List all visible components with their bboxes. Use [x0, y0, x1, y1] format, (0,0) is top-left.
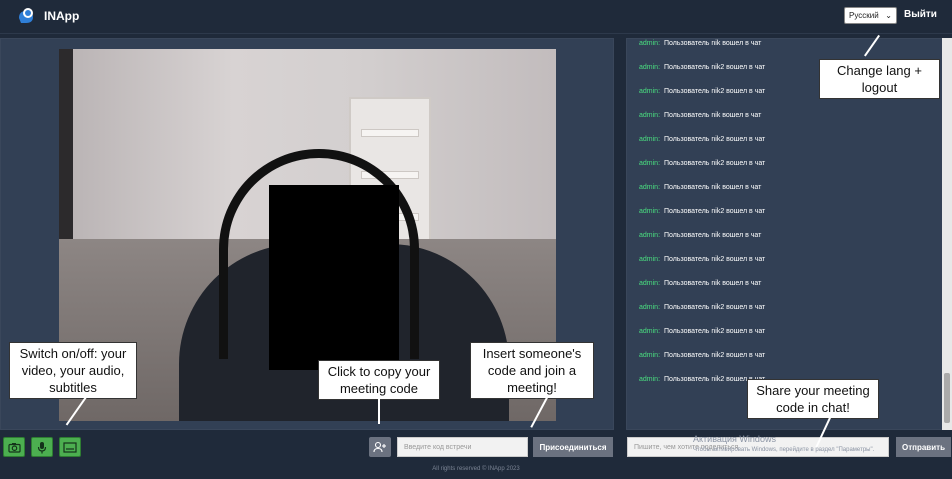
app-logo[interactable]: INApp — [16, 7, 79, 25]
chat-message: admin: Пользователь nik2 вошел в чат — [639, 136, 765, 143]
arrow-copy — [378, 398, 380, 424]
chat-message-author: admin: — [639, 304, 661, 311]
chat-message-author: admin: — [639, 232, 661, 239]
callout-controls: Switch on/off: your video, your audio, s… — [9, 342, 137, 399]
chat-message-author: admin: — [639, 160, 661, 167]
callout-chat: Share your meeting code in chat! — [747, 379, 879, 419]
chat-message-text: Пользователь nik2 вошел в чат — [664, 136, 766, 143]
chat-message: admin: Пользователь nik вошел в чат — [639, 232, 761, 239]
chat-message: admin: Пользователь nik вошел в чат — [639, 184, 761, 191]
chat-message: admin: Пользователь nik2 вошел в чат — [639, 88, 765, 95]
chat-message-text: Пользователь nik2 вошел в чат — [664, 304, 766, 311]
chat-message-text: Пользователь nik2 вошел в чат — [664, 208, 766, 215]
chat-message-author: admin: — [639, 280, 661, 287]
logout-button[interactable]: Выйти — [904, 9, 937, 20]
chat-message-author: admin: — [639, 256, 661, 263]
chat-message-author: admin: — [639, 64, 661, 71]
chat-message-author: admin: — [639, 208, 661, 215]
chat-message-text: Пользователь nik2 вошел в чат — [664, 328, 766, 335]
chat-message-text: Пользователь nik2 вошел в чат — [664, 88, 766, 95]
chat-message-author: admin: — [639, 376, 661, 383]
chat-message: admin: Пользователь nik2 вошел в чат — [639, 256, 765, 263]
callout-copy: Click to copy your meeting code — [318, 360, 440, 400]
chat-message: admin: Пользователь nik2 вошел в чат — [639, 160, 765, 167]
chat-message: admin: Пользователь nik вошел в чат — [639, 280, 761, 287]
chat-message: admin: Пользователь nik2 вошел в чат — [639, 208, 765, 215]
chat-message-author: admin: — [639, 352, 661, 359]
chat-message: admin: Пользователь nik2 вошел в чат — [639, 352, 765, 359]
chat-message-text: Пользователь nik2 вошел в чат — [664, 160, 766, 167]
chat-message: admin: Пользователь nik вошел в чат — [639, 40, 761, 47]
chat-message-text: Пользователь nik вошел в чат — [664, 280, 762, 287]
chat-message: admin: Пользователь nik2 вошел в чат — [639, 304, 765, 311]
chat-message: admin: Пользователь nik2 вошел в чат — [639, 64, 765, 71]
windows-activation-title: Активация Windows — [693, 434, 776, 444]
chat-message-author: admin: — [639, 136, 661, 143]
windows-activation-subtitle: Чтобы активировать Windows, перейдите в … — [693, 447, 875, 453]
top-bar: INApp Русский ⌄ Выйти — [0, 0, 952, 34]
chat-message-text: Пользователь nik вошел в чат — [664, 40, 762, 47]
footer-copyright: All rights reserved © INApp 2023 — [432, 466, 520, 472]
face-censor — [269, 185, 399, 370]
chevron-down-icon: ⌄ — [885, 11, 892, 20]
chat-message-author: admin: — [639, 40, 661, 47]
send-button[interactable]: Отправить — [896, 437, 951, 457]
callout-join: Insert someone's code and join a meeting… — [470, 342, 594, 399]
camera-icon — [7, 442, 21, 453]
chat-message-text: Пользователь nik2 вошел в чат — [664, 256, 766, 263]
microphone-icon — [37, 441, 47, 453]
chat-message-text: Пользователь nik вошел в чат — [664, 232, 762, 239]
camera-toggle-button[interactable] — [3, 437, 25, 457]
chat-message-text: Пользователь nik вошел в чат — [664, 184, 762, 191]
chat-message-text: Пользователь nik2 вошел в чат — [664, 64, 766, 71]
chat-message-author: admin: — [639, 184, 661, 191]
subtitles-icon — [63, 441, 77, 453]
chat-message-author: admin: — [639, 112, 661, 119]
language-select[interactable]: Русский ⌄ — [844, 7, 897, 24]
chat-message-text: Пользователь nik2 вошел в чат — [664, 352, 766, 359]
add-person-icon — [373, 441, 386, 453]
microphone-toggle-button[interactable] — [31, 437, 53, 457]
subtitles-toggle-button[interactable] — [59, 437, 81, 457]
chat-message-author: admin: — [639, 328, 661, 335]
chat-scrollbar[interactable] — [942, 38, 952, 430]
scrollbar-thumb[interactable] — [944, 373, 950, 423]
chat-message: admin: Пользователь nik2 вошел в чат — [639, 328, 765, 335]
logo-icon — [19, 8, 33, 23]
chat-message: admin: Пользователь nik вошел в чат — [639, 112, 761, 119]
callout-lang: Change lang + logout — [819, 59, 940, 99]
copy-code-button[interactable] — [369, 437, 391, 457]
meeting-code-input[interactable]: Введите код встречи — [397, 437, 528, 457]
language-value: Русский — [849, 11, 879, 20]
app-name: INApp — [44, 9, 80, 23]
chat-message-author: admin: — [639, 88, 661, 95]
chat-message-text: Пользователь nik вошел в чат — [664, 112, 762, 119]
join-button[interactable]: Присоединиться — [533, 437, 613, 457]
